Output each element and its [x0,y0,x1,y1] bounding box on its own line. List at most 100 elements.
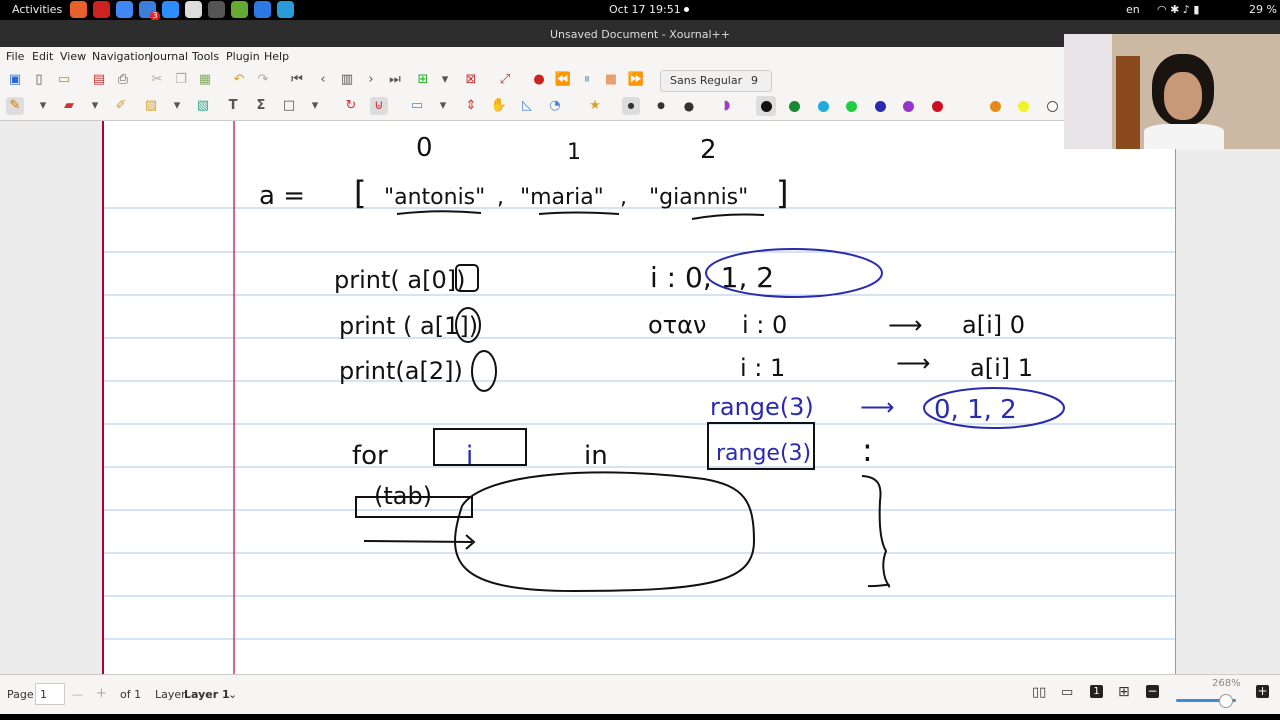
first-page-icon[interactable]: ⏮ [288,71,306,89]
record-icon[interactable]: ● [530,71,548,89]
menu-tools[interactable]: Tools [192,50,219,63]
fast-forward-icon[interactable]: ⏩ [627,71,645,89]
color-blue[interactable] [875,101,886,112]
menu-help[interactable]: Help [264,50,289,63]
for-range: range(3) [716,441,811,466]
chrome-icon[interactable] [116,1,133,18]
color-black[interactable] [761,101,772,112]
menu-file[interactable]: File [6,50,24,63]
rewind-icon[interactable]: ⏪ [554,71,572,89]
paste-icon[interactable]: ▦ [196,71,214,89]
new-document-icon[interactable]: ▯ [30,71,48,89]
menu-plugin[interactable]: Plugin [226,50,260,63]
system-tray-icons[interactable]: ◠ ✱ ♪ ▮ [1157,3,1199,16]
set-square-icon[interactable]: ◺ [518,97,536,115]
presentation-mode-icon[interactable]: ▭ [1061,685,1073,700]
color-orange[interactable] [990,101,1001,112]
inkscape-icon[interactable] [231,1,248,18]
firefox-icon[interactable] [70,1,87,18]
menu-view[interactable]: View [60,50,86,63]
goto-page-icon[interactable]: ▥ [338,71,356,89]
highlighter-tool-icon[interactable]: ✐ [112,97,130,115]
zoom-100-icon[interactable]: 1 [1090,685,1103,698]
zoom-out-icon[interactable]: − [1146,685,1159,698]
app-icon[interactable] [254,1,271,18]
pen-tool-icon[interactable]: ✎ [6,97,24,115]
skype-icon[interactable] [277,1,294,18]
menu-journal[interactable]: Journal [150,50,188,63]
shape-dropdown-icon[interactable]: ▾ [306,97,324,115]
space-dropdown-icon[interactable]: ▾ [434,97,452,115]
menu-navigation[interactable]: Navigation [92,50,151,63]
notebook-page[interactable]: 0 1 2 a = [ "antonis" , "maria" , "giann… [102,121,1176,674]
snap-magnet-icon[interactable]: ⊍ [370,97,388,115]
cut-icon[interactable]: ✂ [148,71,166,89]
select-dropdown-icon[interactable]: ▾ [168,97,186,115]
export-pdf-icon[interactable]: ▤ [90,71,108,89]
activities-button[interactable]: Activities [12,3,62,16]
zoom-fit-icon[interactable]: ⊞ [1118,684,1130,700]
layer-dropdown-icon[interactable]: ⌄ [228,688,237,701]
pause-icon[interactable]: ⏸ [578,71,596,89]
battery-indicator[interactable]: 29 % [1249,3,1277,16]
thin-width-icon[interactable]: ● [622,97,640,115]
color-green[interactable] [789,101,800,112]
print-icon[interactable]: ⎙ [114,71,132,89]
eraser-tool-icon[interactable]: ▰ [60,97,78,115]
zoom-slider-handle[interactable] [1219,694,1233,708]
redo-icon[interactable]: ↷ [254,71,272,89]
menu-edit[interactable]: Edit [32,50,53,63]
shape-recognizer-icon[interactable]: ↻ [342,97,360,115]
save-icon[interactable]: ▣ [6,71,24,89]
messaging-icon[interactable]: 3 [139,1,160,21]
stop-icon[interactable]: ■ [602,71,620,89]
color-light-green[interactable] [846,101,857,112]
fill-icon[interactable]: ◗ [718,97,736,115]
open-folder-icon[interactable]: ▭ [55,71,73,89]
delete-page-icon[interactable]: ⊠ [462,71,480,89]
compass-icon[interactable]: ◔ [546,97,564,115]
page-number-input[interactable]: 1 [35,683,65,705]
insert-page-dropdown-icon[interactable]: ▾ [436,71,454,89]
zoom-in-icon[interactable]: + [1256,685,1269,698]
color-light-blue[interactable] [818,101,829,112]
thick-width-icon[interactable]: ● [680,97,698,115]
copy-icon[interactable]: ❐ [172,71,190,89]
clock[interactable]: Oct 17 19:51 [609,3,681,16]
presentation-app-icon[interactable] [93,1,110,18]
text-tool-icon[interactable]: T [224,97,242,115]
last-page-icon[interactable]: ⏭ [386,71,404,89]
two-page-view-icon[interactable]: ▯▯ [1032,685,1046,700]
undo-icon[interactable]: ↶ [230,71,248,89]
eraser-dropdown-icon[interactable]: ▾ [86,97,104,115]
xournal-icon[interactable] [185,1,202,18]
pen-dropdown-icon[interactable]: ▾ [34,97,52,115]
image-tool-icon[interactable]: ▧ [194,97,212,115]
color-purple[interactable] [903,101,914,112]
select-region-icon[interactable]: ▨ [142,97,160,115]
page-decrement-button[interactable]: — [72,688,83,701]
zoom-icon[interactable] [162,1,179,18]
insert-page-icon[interactable]: ⊞ [414,71,432,89]
next-page-icon[interactable]: › [362,71,380,89]
shape-tool-icon[interactable]: □ [280,97,298,115]
page-increment-button[interactable]: + [96,686,107,701]
layer-selector[interactable]: Layer 1 [184,688,230,701]
print-a2: print(a[2]) [339,357,463,385]
color-white[interactable] [1047,101,1058,112]
document-canvas[interactable]: 0 1 2 a = [ "antonis" , "maria" , "giann… [0,121,1280,674]
vertical-space-icon[interactable]: ▭ [408,97,426,115]
previous-page-icon[interactable]: ‹ [314,71,332,89]
color-red[interactable] [932,101,943,112]
medium-width-icon[interactable]: ● [652,97,670,115]
step0: i : 0 [742,311,787,339]
color-yellow[interactable] [1018,101,1029,112]
language-indicator[interactable]: en [1126,3,1140,16]
default-tool-icon[interactable]: ★ [586,97,604,115]
hand-tool-icon[interactable]: ✋ [490,97,508,115]
insert-space-icon[interactable]: ⇕ [462,97,480,115]
fullscreen-icon[interactable]: ⤢ [496,71,514,89]
latex-tool-icon[interactable]: Σ [252,97,270,115]
settings-icon[interactable] [208,1,225,18]
font-selector[interactable]: Sans Regular 9 [660,70,772,92]
